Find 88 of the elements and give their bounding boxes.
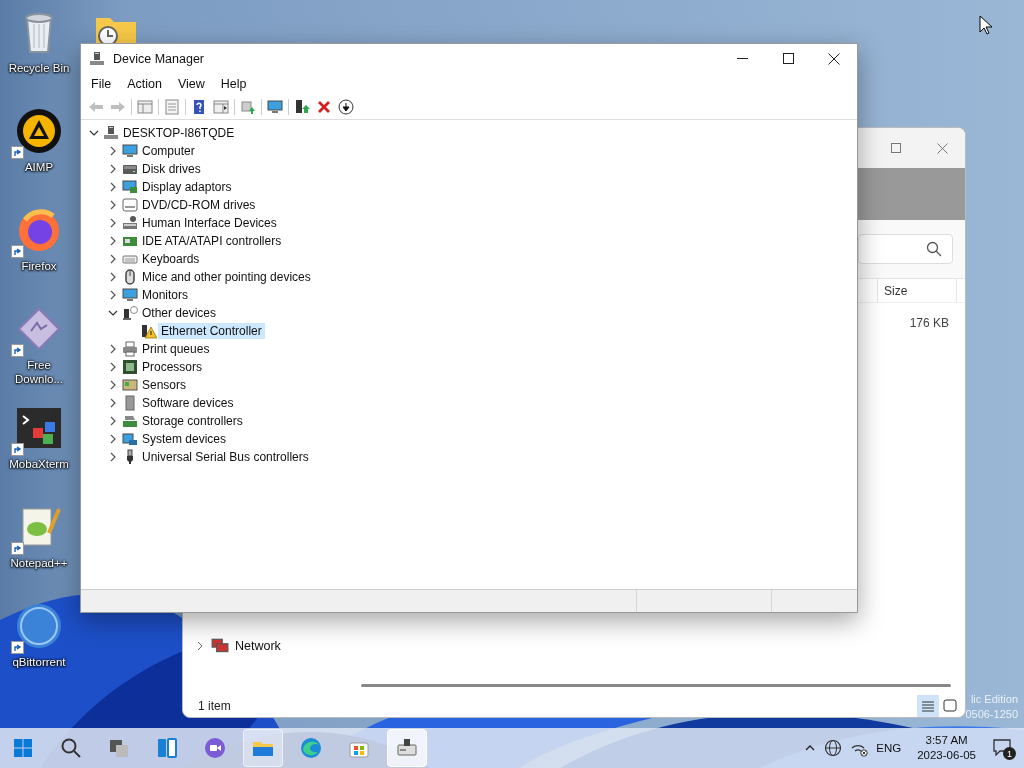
tree-item[interactable]: IDE ATA/ATAPI controllers [139, 233, 285, 249]
monitor-icon [122, 143, 138, 159]
mouse-icon [122, 269, 138, 285]
tree-item[interactable]: Storage controllers [139, 413, 246, 429]
tree-item[interactable]: Print queues [139, 341, 213, 357]
desktop-icon-label[interactable]: MobaXterm [2, 457, 76, 471]
tree-item[interactable]: Computer [139, 143, 198, 159]
tree-item[interactable]: Human Interface Devices [139, 215, 280, 231]
clock-date[interactable]: 2023-06-05 [917, 748, 976, 763]
column-header[interactable]: Size [877, 279, 957, 302]
desktop-icon-label[interactable]: AIMP [2, 160, 76, 174]
tree-item[interactable]: Universal Serial Bus controllers [139, 449, 312, 465]
optical-drive-icon [122, 197, 138, 213]
tree-item[interactable]: Display adaptors [139, 179, 235, 195]
view-button[interactable] [917, 695, 939, 717]
sensor-icon [122, 377, 138, 393]
tree-item[interactable]: Processors [139, 359, 206, 375]
panel-layout-icon[interactable] [137, 99, 153, 115]
window-title: Device Manager [113, 51, 204, 66]
unknown-device-icon [122, 305, 138, 321]
mouse-pointer-icon [979, 15, 993, 35]
desktop-icon-label[interactable]: qBittorrent [2, 655, 76, 669]
details-view-icon [920, 698, 936, 714]
help-icon[interactable] [191, 99, 207, 115]
search-field[interactable] [858, 234, 953, 264]
tree-item[interactable]: Other devices [139, 305, 220, 321]
triangle-logo-icon[interactable] [15, 107, 63, 155]
display-adapter-icon [122, 179, 138, 195]
minimize-icon[interactable] [736, 58, 748, 59]
software-device-icon [122, 395, 138, 411]
tree-item[interactable]: Software devices [139, 395, 237, 411]
nav-item[interactable]: Network [235, 639, 281, 653]
processor-icon [122, 359, 138, 375]
chevron-right-icon[interactable] [195, 641, 205, 651]
taskbar-button[interactable] [387, 729, 427, 767]
tree-item[interactable]: Sensors [139, 377, 190, 393]
menu-item[interactable]: File [83, 75, 120, 93]
printer-icon [122, 341, 138, 357]
monitor-icon [122, 287, 138, 303]
chevron-down-icon[interactable] [87, 128, 101, 138]
scrollbar[interactable] [361, 684, 951, 687]
network-icon [211, 637, 229, 655]
tree-item[interactable]: Ethernet Controller [158, 323, 265, 339]
menu-item[interactable]: View [169, 75, 213, 93]
maximize-icon[interactable] [782, 53, 794, 64]
tree-item[interactable]: Keyboards [139, 251, 203, 267]
chevron-down-icon[interactable] [106, 308, 120, 318]
edition-text: lic Edition [970, 692, 1018, 707]
menu-item[interactable]: Action [119, 75, 170, 93]
tree-item[interactable]: Monitors [139, 287, 191, 303]
search-icon[interactable] [926, 241, 942, 257]
browser-icon [299, 736, 323, 760]
table-cell-text: 176 KB [908, 316, 949, 330]
desktop-icon-label[interactable]: Recycle Bin [2, 61, 76, 75]
desktop-icon-label[interactable]: Notepad++ [2, 556, 76, 570]
video-chat-icon [203, 736, 227, 760]
menu-item[interactable]: Help [212, 75, 255, 93]
close-icon[interactable] [828, 52, 840, 65]
notification-count: 1 [1003, 747, 1016, 760]
computer-icon [89, 50, 105, 67]
delete-icon[interactable] [316, 99, 332, 115]
input-device-icon [122, 215, 138, 231]
notification-icon[interactable] [992, 737, 1012, 757]
desktop-icon-label[interactable]: Firefox [2, 259, 76, 273]
computer-icon [103, 125, 119, 141]
update-driver-icon[interactable] [294, 99, 310, 115]
language-indicator[interactable]: ENG [876, 742, 902, 754]
warning-device-icon [141, 323, 157, 339]
tree-item[interactable]: DESKTOP-I86TQDE [120, 125, 238, 141]
tree-item[interactable]: System devices [139, 431, 230, 447]
tree-item[interactable]: Mice and other pointing devices [139, 269, 314, 285]
storage-controller-icon [122, 413, 138, 429]
scan-hardware-icon[interactable] [240, 99, 256, 115]
circle-logo-icon[interactable] [15, 602, 63, 650]
tree-item[interactable]: Disk drives [139, 161, 204, 177]
status-text: 1 item [198, 699, 231, 713]
search-icon [59, 736, 83, 760]
clock-time[interactable]: 3:57 AM [925, 733, 968, 748]
tree-item[interactable]: DVD/CD-ROM drives [139, 197, 259, 213]
panel-layout-icon[interactable] [213, 99, 229, 115]
desktop-icon-label[interactable]: Free Downlo... [2, 358, 76, 386]
widgets-icon [155, 736, 179, 760]
edition-text: 0506-1250 [965, 707, 1018, 722]
start-icon [11, 736, 35, 760]
globe-icon[interactable] [824, 739, 843, 757]
monitor-icon[interactable] [267, 99, 283, 115]
tiles-view-icon [942, 698, 958, 714]
system-device-icon [122, 431, 138, 447]
